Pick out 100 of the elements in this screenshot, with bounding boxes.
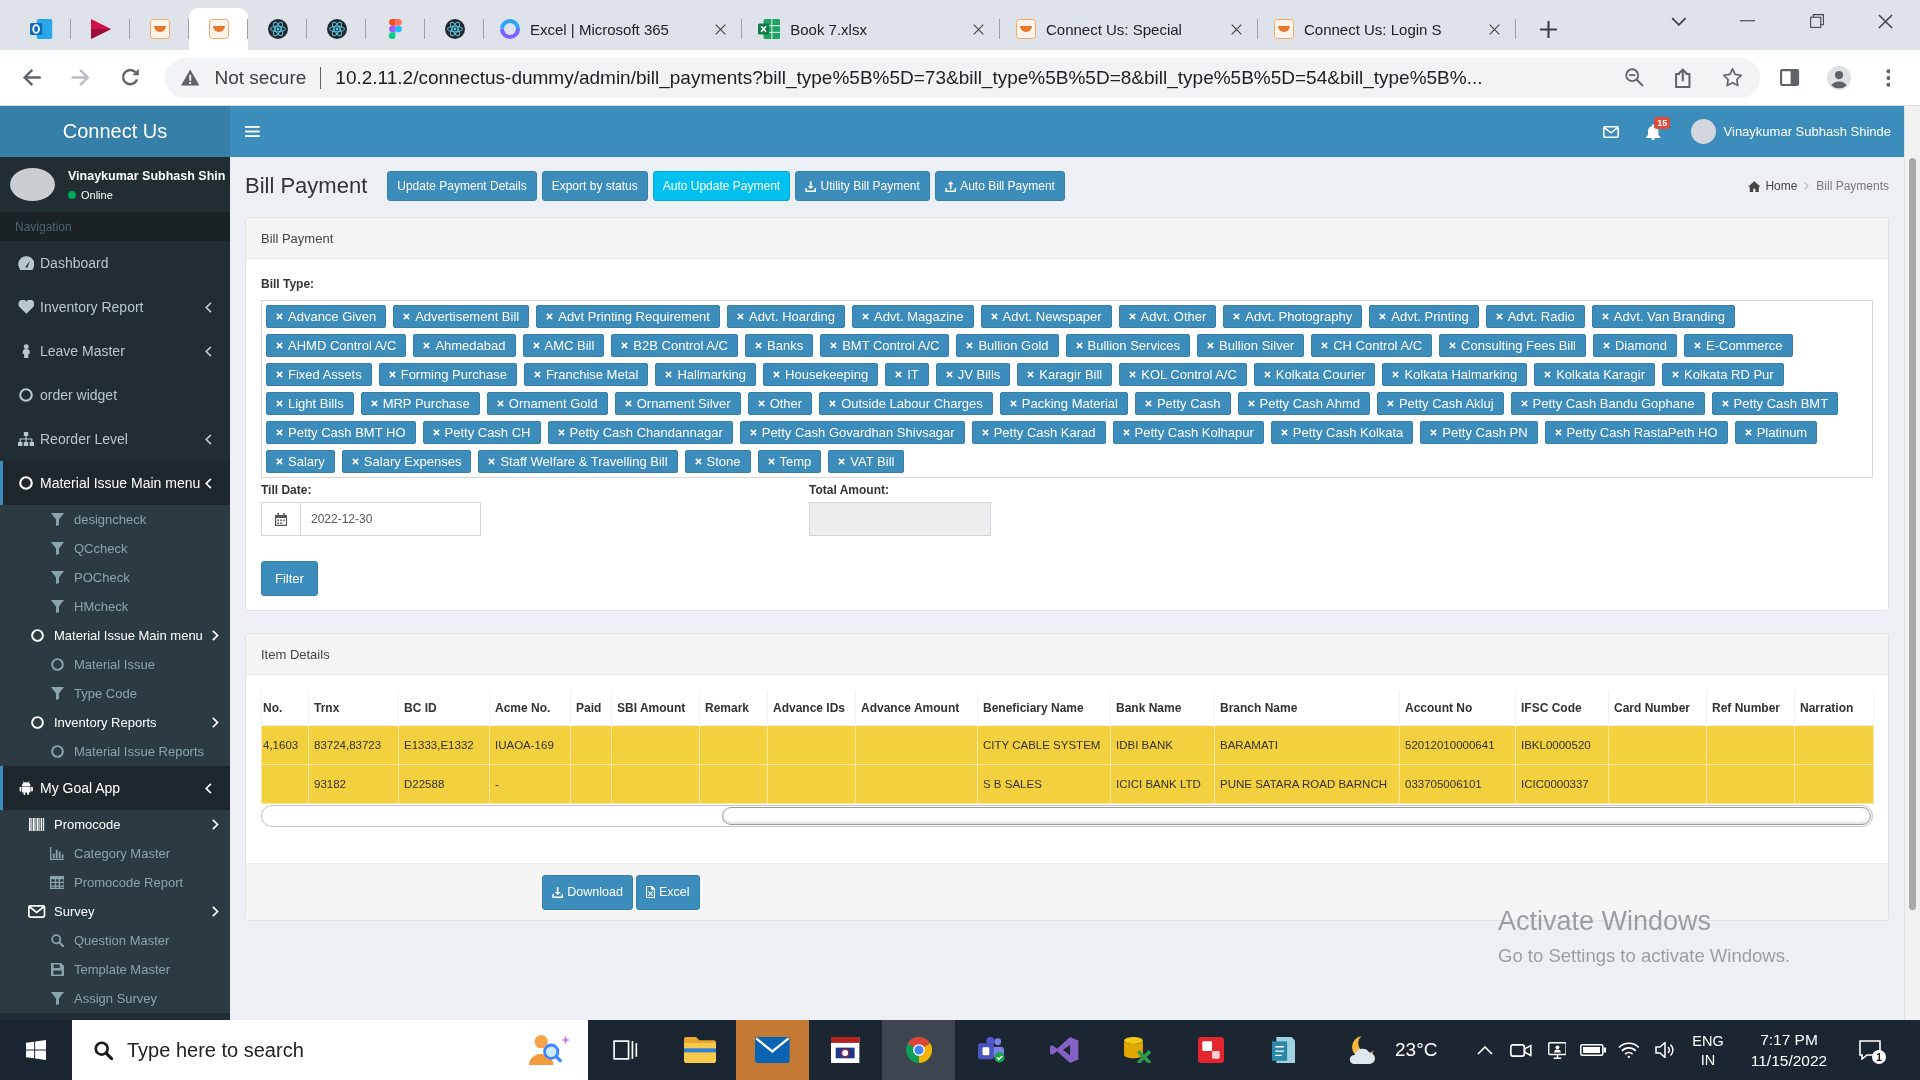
selected-bill-type[interactable]: Kolkata Courier bbox=[1253, 363, 1376, 386]
selected-bill-type[interactable]: Bullion Silver bbox=[1197, 334, 1305, 357]
action-button[interactable]: Auto Update Payment bbox=[652, 171, 791, 201]
vertical-scrollbar[interactable] bbox=[1904, 106, 1920, 1020]
remove-icon[interactable] bbox=[1280, 429, 1288, 436]
selected-bill-type[interactable]: Diamond bbox=[1592, 334, 1677, 357]
remove-icon[interactable] bbox=[1495, 313, 1503, 320]
selected-bill-type[interactable]: Advt. Radio bbox=[1485, 305, 1585, 328]
remove-icon[interactable] bbox=[557, 429, 565, 436]
menu-item[interactable]: Reorder Level bbox=[0, 417, 230, 461]
remove-icon[interactable] bbox=[276, 371, 283, 378]
remove-icon[interactable] bbox=[1263, 371, 1271, 378]
remove-icon[interactable] bbox=[694, 458, 702, 465]
side-panel-icon[interactable] bbox=[1780, 69, 1800, 86]
selected-bill-type[interactable]: Franchise Metal bbox=[523, 363, 649, 386]
selected-bill-type[interactable]: Petty Cash CH bbox=[422, 421, 541, 444]
remove-icon[interactable] bbox=[1009, 400, 1017, 407]
app-logo[interactable]: Connect Us bbox=[0, 106, 230, 157]
restore-icon[interactable] bbox=[1809, 14, 1824, 28]
remove-icon[interactable] bbox=[1721, 400, 1729, 407]
menu-item[interactable]: My Goal App bbox=[0, 766, 230, 810]
submenu-item[interactable]: QCcheck bbox=[0, 534, 230, 563]
breadcrumb-link[interactable]: Home bbox=[1747, 179, 1798, 193]
selected-bill-type[interactable]: Petty Cash PN bbox=[1420, 421, 1538, 444]
remove-icon[interactable] bbox=[276, 458, 283, 465]
remove-icon[interactable] bbox=[1520, 400, 1528, 407]
close-icon[interactable] bbox=[1489, 23, 1500, 35]
chevron-up-icon[interactable] bbox=[1477, 1045, 1493, 1055]
action-button[interactable]: Export by status bbox=[541, 171, 648, 201]
menu-item[interactable]: Inventory Report bbox=[0, 285, 230, 329]
selected-bill-type[interactable]: Petty Cash RastaPeth HO bbox=[1544, 421, 1728, 444]
excel-button[interactable]: Excel bbox=[635, 874, 700, 910]
remove-icon[interactable] bbox=[276, 400, 283, 407]
remove-icon[interactable] bbox=[665, 371, 673, 378]
selected-bill-type[interactable]: Banks bbox=[745, 334, 814, 357]
submenu-item[interactable]: Material Issue Main menu bbox=[0, 621, 230, 650]
remove-icon[interactable] bbox=[533, 371, 541, 378]
speaker-icon[interactable] bbox=[1655, 1042, 1675, 1058]
remove-icon[interactable] bbox=[496, 400, 504, 407]
selected-bill-type[interactable]: IT bbox=[885, 363, 929, 386]
remove-icon[interactable] bbox=[981, 429, 989, 436]
remove-icon[interactable] bbox=[773, 371, 781, 378]
action-button[interactable]: Auto Bill Payment bbox=[934, 171, 1065, 201]
remove-icon[interactable] bbox=[1392, 371, 1400, 378]
selected-bill-type[interactable]: Platinum bbox=[1734, 421, 1818, 444]
selected-bill-type[interactable]: Bullion Gold bbox=[956, 334, 1059, 357]
action-button[interactable]: Utility Bill Payment bbox=[795, 171, 930, 201]
remove-icon[interactable] bbox=[767, 458, 775, 465]
submenu-item[interactable]: designcheck bbox=[0, 505, 230, 534]
remove-icon[interactable] bbox=[1233, 313, 1241, 320]
selected-bill-type[interactable]: Petty Cash Kolhapur bbox=[1112, 421, 1264, 444]
remove-icon[interactable] bbox=[403, 313, 411, 320]
selected-bill-type[interactable]: Housekeeping bbox=[763, 363, 879, 386]
filter-button[interactable]: Filter bbox=[261, 561, 318, 596]
selected-bill-type[interactable]: Light Bills bbox=[266, 392, 354, 415]
remove-icon[interactable] bbox=[966, 342, 974, 349]
submenu-item[interactable]: Survey bbox=[0, 897, 230, 926]
selected-bill-type[interactable]: Outside Labour Charges bbox=[819, 392, 993, 415]
selected-bill-type[interactable]: Advance Given bbox=[266, 305, 387, 328]
profile-icon[interactable] bbox=[1827, 65, 1851, 90]
submenu-item[interactable]: Promocode bbox=[0, 810, 230, 839]
remove-icon[interactable] bbox=[351, 458, 359, 465]
minimize-icon[interactable] bbox=[1740, 20, 1755, 22]
selected-bill-type[interactable]: Advertisement Bill bbox=[393, 305, 530, 328]
remove-icon[interactable] bbox=[895, 371, 903, 378]
search-field[interactable]: Type here to search bbox=[72, 1020, 588, 1080]
selected-bill-type[interactable]: Petty Cash bbox=[1134, 392, 1231, 415]
selected-bill-type[interactable]: Stone bbox=[684, 450, 751, 473]
selected-bill-type[interactable]: Advt. Van Branding bbox=[1591, 305, 1735, 328]
remove-icon[interactable] bbox=[757, 400, 765, 407]
zoom-icon[interactable] bbox=[1624, 68, 1644, 87]
remove-icon[interactable] bbox=[546, 313, 554, 320]
remove-icon[interactable] bbox=[1744, 429, 1752, 436]
browser-tab[interactable]: Excel | Microsoft 365 bbox=[484, 8, 742, 50]
remove-icon[interactable] bbox=[532, 342, 540, 349]
selected-bill-type[interactable]: Ornament Gold bbox=[486, 392, 608, 415]
submenu-item[interactable]: Category Master bbox=[0, 839, 230, 868]
selected-bill-type[interactable]: MRP Purchase bbox=[360, 392, 480, 415]
selected-bill-type[interactable]: Temp bbox=[757, 450, 822, 473]
remove-icon[interactable] bbox=[1694, 342, 1701, 349]
reload-icon[interactable] bbox=[120, 68, 140, 87]
input-language[interactable]: ENG bbox=[1692, 1032, 1724, 1049]
selected-bill-type[interactable]: B2B Control A/C bbox=[611, 334, 738, 357]
selected-bill-type[interactable]: Petty Cash BMT HO bbox=[266, 421, 416, 444]
selected-bill-type[interactable]: Petty Cash Govardhan Shivsagar bbox=[739, 421, 965, 444]
remove-icon[interactable] bbox=[1144, 400, 1152, 407]
remove-icon[interactable] bbox=[1430, 429, 1438, 436]
selected-bill-type[interactable]: Fixed Assets bbox=[266, 363, 372, 386]
selected-bill-type[interactable]: Consulting Fees Bill bbox=[1439, 334, 1586, 357]
remove-icon[interactable] bbox=[624, 400, 632, 407]
remove-icon[interactable] bbox=[990, 313, 998, 320]
start-icon[interactable] bbox=[26, 1040, 46, 1060]
clock-date[interactable]: 11/15/2022 bbox=[1750, 1051, 1828, 1070]
remove-icon[interactable] bbox=[1128, 313, 1136, 320]
submenu-item[interactable]: Type Code bbox=[0, 679, 230, 708]
more-icon[interactable] bbox=[1885, 68, 1891, 87]
remove-icon[interactable] bbox=[945, 371, 953, 378]
remove-icon[interactable] bbox=[370, 400, 378, 407]
close-icon[interactable] bbox=[973, 23, 984, 35]
remove-icon[interactable] bbox=[1379, 313, 1387, 320]
